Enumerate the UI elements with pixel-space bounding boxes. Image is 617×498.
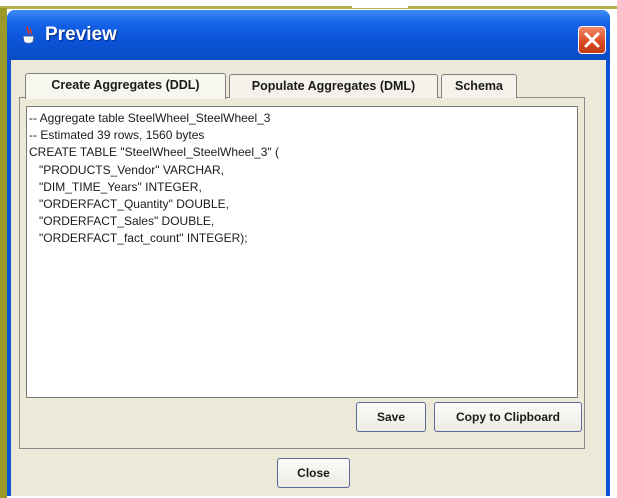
preview-dialog: Preview Create Aggregates (DDL) Populate… [7, 10, 610, 496]
background-mark [352, 0, 408, 8]
code-line: "ORDERFACT_Sales" DOUBLE, [29, 214, 215, 229]
code-line: "ORDERFACT_Quantity" DOUBLE, [29, 197, 229, 212]
code-line: "PRODUCTS_Vendor" VARCHAR, [29, 162, 225, 177]
code-line: "ORDERFACT_fact_count" INTEGER); [29, 231, 248, 246]
dialog-body: Create Aggregates (DDL) Populate Aggrega… [11, 60, 606, 496]
code-line: "DIM_TIME_Years" INTEGER, [29, 179, 202, 194]
tab-schema[interactable]: Schema [441, 74, 517, 98]
code-line: -- Aggregate table SteelWheel_SteelWheel… [29, 111, 271, 125]
save-button[interactable]: Save [356, 402, 426, 432]
code-line: CREATE TABLE "SteelWheel_SteelWheel_3" ( [29, 145, 279, 160]
window-title: Preview [45, 24, 117, 45]
ddl-text-area[interactable]: -- Aggregate table SteelWheel_SteelWheel… [26, 106, 578, 398]
tab-create-aggregates[interactable]: Create Aggregates (DDL) [25, 73, 226, 99]
close-window-button[interactable] [578, 26, 606, 54]
background-strip [0, 6, 617, 9]
code-line: -- Estimated 39 rows, 1560 bytes [29, 128, 205, 143]
background-edge [0, 8, 7, 498]
title-bar[interactable]: Preview [7, 10, 610, 60]
screenshot-stage: Preview Create Aggregates (DDL) Populate… [0, 0, 617, 498]
copy-to-clipboard-button[interactable]: Copy to Clipboard [434, 402, 582, 432]
tab-populate-aggregates[interactable]: Populate Aggregates (DML) [229, 74, 438, 98]
close-button[interactable]: Close [277, 458, 350, 488]
close-icon [584, 32, 600, 48]
java-coffee-icon [21, 26, 37, 46]
